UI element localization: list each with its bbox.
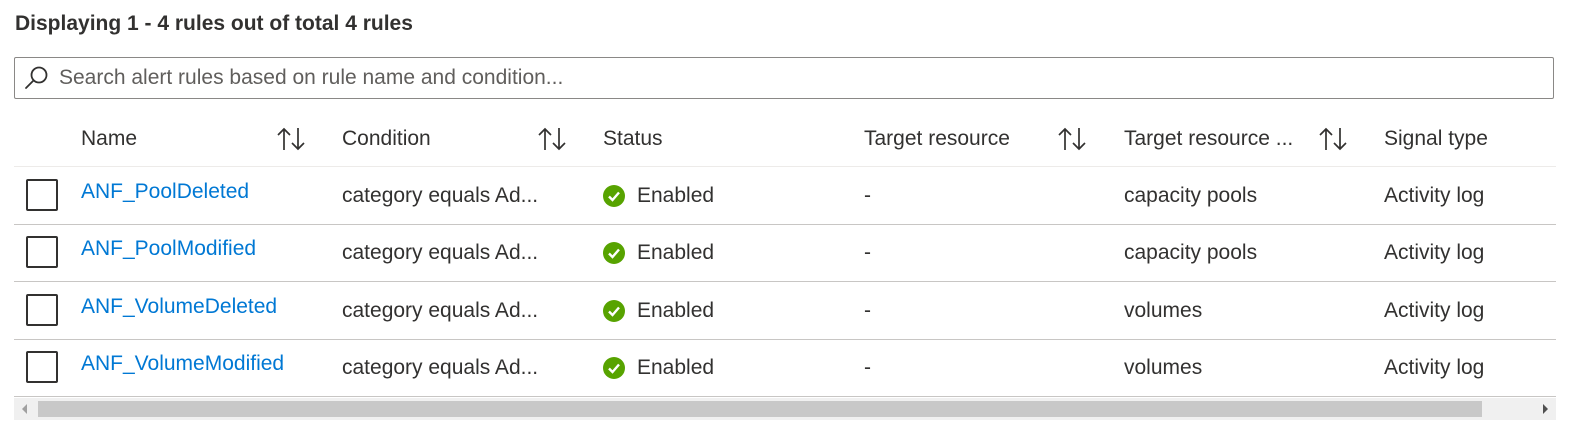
rule-name-link[interactable]: ANF_VolumeDeleted <box>81 278 277 335</box>
sort-icon[interactable] <box>1056 124 1090 154</box>
rule-target-resource-type: capacity pools <box>1124 183 1258 207</box>
rule-target-resource: - <box>864 298 871 322</box>
column-header-signal-type[interactable]: Signal type <box>1384 112 1488 166</box>
rule-signal-type: Activity log <box>1384 355 1485 379</box>
rule-target-resource: - <box>864 183 871 207</box>
table-row[interactable]: ANF_VolumeModified category equals Ad...… <box>14 339 1556 397</box>
check-circle-icon <box>603 299 625 322</box>
column-header-target-resource[interactable]: Target resource <box>864 112 1010 166</box>
status-label: Enabled <box>637 183 715 207</box>
rule-status: Enabled <box>603 282 714 339</box>
column-header-condition[interactable]: Condition <box>342 112 431 166</box>
column-header-target-resource-type[interactable]: Target resource ... <box>1124 112 1293 166</box>
rule-status: Enabled <box>603 224 714 281</box>
table-row[interactable]: ANF_VolumeDeleted category equals Ad... … <box>14 282 1556 340</box>
sort-icon[interactable] <box>536 124 570 154</box>
rule-name-link[interactable]: ANF_VolumeModified <box>81 335 284 392</box>
rule-signal-type: Activity log <box>1384 240 1485 264</box>
table-row[interactable]: ANF_PoolDeleted category equals Ad... En… <box>14 167 1556 225</box>
rule-name-link[interactable]: ANF_PoolDeleted <box>81 163 249 220</box>
search-icon <box>15 58 59 98</box>
rule-signal-type: Activity log <box>1384 183 1485 207</box>
rule-target-resource: - <box>864 355 871 379</box>
horizontal-scrollbar[interactable] <box>14 398 1556 420</box>
rule-target-resource-type: capacity pools <box>1124 240 1258 264</box>
sort-icon[interactable] <box>1317 124 1351 154</box>
scroll-left-arrow-icon[interactable] <box>14 398 36 420</box>
check-circle-icon <box>603 241 625 264</box>
row-checkbox[interactable] <box>26 294 58 326</box>
rule-name-link[interactable]: ANF_PoolModified <box>81 220 256 277</box>
sort-icon[interactable] <box>275 124 309 154</box>
table-header: Name Condition Status Target resource Ta… <box>14 112 1556 167</box>
rule-signal-type: Activity log <box>1384 298 1485 322</box>
status-label: Enabled <box>637 355 715 379</box>
row-checkbox[interactable] <box>26 351 58 383</box>
rule-status: Enabled <box>603 167 714 224</box>
scrollbar-thumb[interactable] <box>38 401 1482 417</box>
results-summary: Displaying 1 - 4 rules out of total 4 ru… <box>15 12 413 35</box>
rule-target-resource-type: volumes <box>1124 355 1203 379</box>
search-input[interactable] <box>59 66 1553 90</box>
rule-condition: category equals Ad... <box>342 240 539 264</box>
check-circle-icon <box>603 356 625 379</box>
rule-condition: category equals Ad... <box>342 355 539 379</box>
rule-status: Enabled <box>603 339 714 396</box>
rule-condition: category equals Ad... <box>342 298 539 322</box>
check-circle-icon <box>603 184 625 207</box>
rule-target-resource: - <box>864 240 871 264</box>
table-row[interactable]: ANF_PoolModified category equals Ad... E… <box>14 224 1556 282</box>
status-label: Enabled <box>637 298 715 322</box>
status-label: Enabled <box>637 240 715 264</box>
rule-condition: category equals Ad... <box>342 183 539 207</box>
column-header-status[interactable]: Status <box>603 112 663 166</box>
scroll-right-arrow-icon[interactable] <box>1534 398 1556 420</box>
row-checkbox[interactable] <box>26 236 58 268</box>
column-header-name[interactable]: Name <box>81 112 137 166</box>
search-box[interactable] <box>14 57 1554 99</box>
row-checkbox[interactable] <box>26 179 58 211</box>
rule-target-resource-type: volumes <box>1124 298 1203 322</box>
